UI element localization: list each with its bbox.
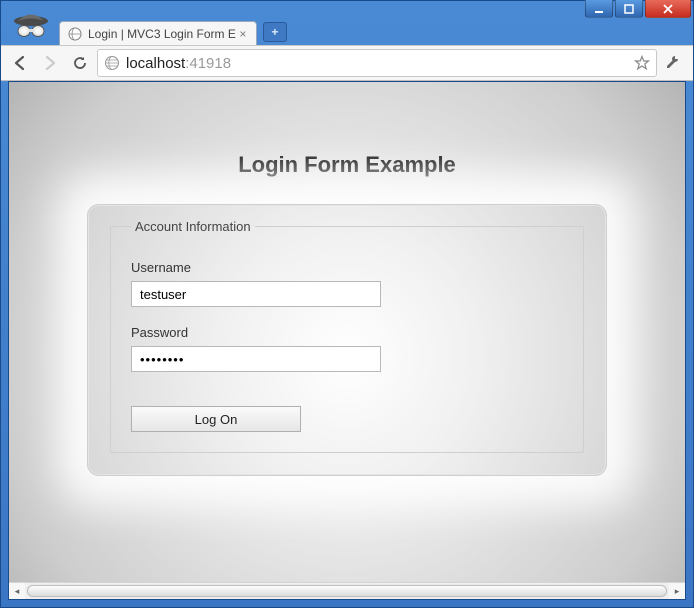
horizontal-scrollbar[interactable]: ◂ ▸ (9, 582, 685, 599)
scroll-right-button[interactable]: ▸ (669, 583, 685, 599)
tab-strip: Login | MVC3 Login Form E × + (1, 19, 693, 45)
star-icon (634, 55, 650, 71)
plus-icon: + (271, 25, 278, 39)
arrow-left-icon (11, 54, 29, 72)
tab-close-button[interactable]: × (236, 27, 250, 41)
window-maximize-button[interactable] (615, 0, 643, 18)
bookmark-star-button[interactable] (634, 55, 650, 71)
scrollbar-track[interactable] (26, 584, 668, 598)
window-close-button[interactable] (645, 0, 691, 18)
url-host: localhost (126, 55, 185, 72)
log-on-label: Log On (195, 412, 238, 427)
page-heading: Login Form Example (87, 152, 607, 178)
url-port: :41918 (185, 55, 231, 72)
window-minimize-button[interactable] (585, 0, 613, 18)
tab-title: Login | MVC3 Login Form E (88, 27, 236, 41)
tab-favicon-icon (68, 27, 82, 41)
close-icon (662, 4, 674, 14)
content-viewport: Login Form Example Account Information U… (8, 81, 686, 600)
browser-tab[interactable]: Login | MVC3 Login Form E × (59, 21, 257, 45)
scroll-left-button[interactable]: ◂ (9, 583, 25, 599)
arrow-right-icon (41, 54, 59, 72)
reload-icon (72, 55, 88, 71)
incognito-icon (7, 9, 55, 45)
account-fieldset: Account Information Username Password Lo… (110, 219, 584, 453)
settings-button[interactable] (661, 50, 687, 76)
window-titlebar (1, 1, 693, 19)
password-input[interactable] (131, 346, 381, 372)
minimize-icon (594, 4, 604, 14)
new-tab-button[interactable]: + (263, 22, 287, 42)
forward-button[interactable] (37, 50, 63, 76)
page: Login Form Example Account Information U… (9, 82, 685, 582)
wrench-icon (665, 54, 683, 72)
triangle-right-icon: ▸ (675, 586, 680, 597)
username-label: Username (131, 260, 563, 275)
address-bar[interactable]: localhost:41918 (97, 49, 657, 77)
globe-icon (104, 55, 120, 71)
scrollbar-thumb[interactable] (27, 585, 667, 597)
reload-button[interactable] (67, 50, 93, 76)
triangle-left-icon: ◂ (15, 586, 20, 597)
password-label: Password (131, 325, 563, 340)
log-on-button[interactable]: Log On (131, 406, 301, 432)
url-text: localhost:41918 (126, 55, 628, 72)
maximize-icon (624, 4, 634, 14)
login-panel: Account Information Username Password Lo… (87, 204, 607, 476)
window-controls (585, 0, 691, 18)
fieldset-legend: Account Information (131, 219, 255, 234)
browser-window: Login | MVC3 Login Form E × + localhost:… (0, 0, 694, 608)
browser-toolbar: localhost:41918 (1, 45, 693, 81)
page-viewport: Login Form Example Account Information U… (9, 82, 685, 582)
page-content: Login Form Example Account Information U… (87, 152, 607, 476)
username-input[interactable] (131, 281, 381, 307)
back-button[interactable] (7, 50, 33, 76)
